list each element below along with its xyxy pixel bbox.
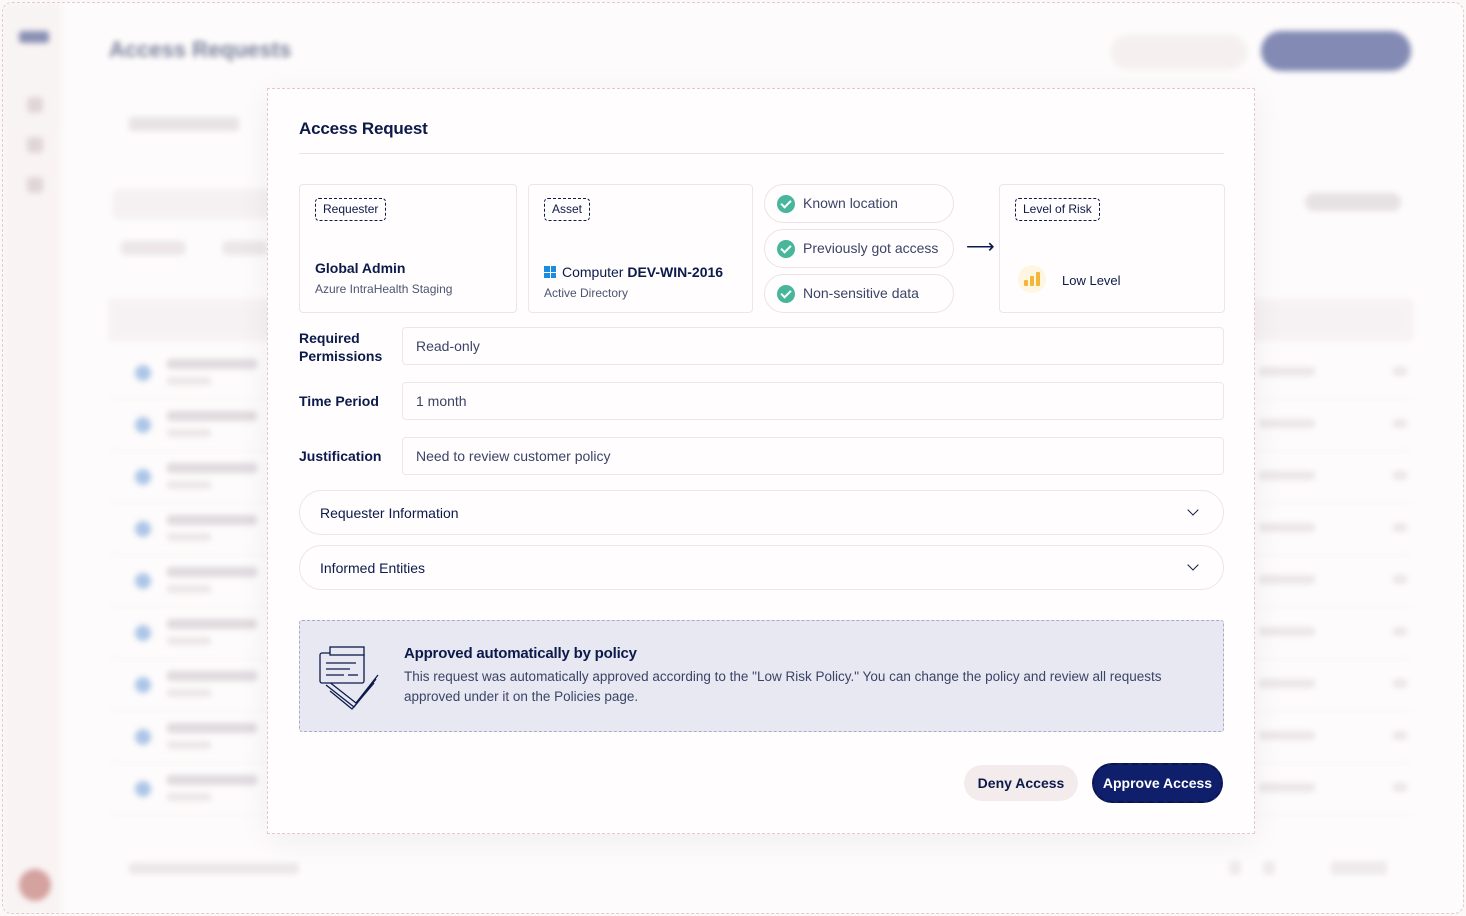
search-input[interactable] xyxy=(113,189,273,219)
time-period-field[interactable]: 1 month xyxy=(402,382,1224,420)
avatar[interactable] xyxy=(19,869,51,901)
chevron-down-icon xyxy=(1187,504,1199,516)
justification-label: Justification xyxy=(299,448,382,464)
documents-icon xyxy=(319,646,379,710)
deny-access-button[interactable]: Deny Access xyxy=(964,765,1078,801)
risk-card: Level of Risk Low Level xyxy=(999,184,1225,313)
risk-tag: Level of Risk xyxy=(1015,198,1100,221)
risk-level: Low Level xyxy=(1062,273,1121,288)
page-title: Access Requests xyxy=(109,37,292,62)
pager-button[interactable] xyxy=(1229,861,1241,875)
check-previous-access: Previously got access xyxy=(764,229,954,268)
asset-tag: Asset xyxy=(544,198,591,221)
policy-title: Approved automatically by policy xyxy=(404,645,637,662)
accordion-label: Requester Information xyxy=(320,505,459,521)
filter[interactable] xyxy=(223,241,267,255)
check-icon xyxy=(777,285,795,303)
access-request-modal: Access Request Requester Global Admin Az… xyxy=(267,88,1255,834)
time-period-label: Time Period xyxy=(299,393,379,409)
check-non-sensitive: Non-sensitive data xyxy=(764,274,954,313)
asset-source: Active Directory xyxy=(544,286,629,300)
pager-button[interactable] xyxy=(1263,861,1275,875)
requester-card: Requester Global Admin Azure IntraHealth… xyxy=(299,184,517,313)
nav-icon[interactable] xyxy=(27,137,43,153)
informed-entities-accordion[interactable]: Informed Entities xyxy=(299,545,1224,590)
check-label: Non-sensitive data xyxy=(803,285,919,301)
windows-icon xyxy=(544,266,556,278)
primary-button[interactable] xyxy=(1261,31,1411,71)
asset-name: DEV-WIN-2016 xyxy=(627,264,724,280)
asset-title: Computer DEV-WIN-2016 xyxy=(544,264,723,280)
app-window: Access Requests Access Request Requester… xyxy=(2,2,1464,914)
requester-org: Azure IntraHealth Staging xyxy=(315,282,453,296)
justification-field[interactable]: Need to review customer policy xyxy=(402,437,1224,475)
pager-next[interactable] xyxy=(1331,861,1387,875)
nav-icon[interactable] xyxy=(27,177,43,193)
asset-type: Computer xyxy=(562,264,624,280)
chevron-down-icon xyxy=(1187,559,1199,571)
logo xyxy=(19,31,49,43)
requester-information-accordion[interactable]: Requester Information xyxy=(299,490,1224,535)
table-footer xyxy=(129,863,299,874)
arrow-right-icon: ⟶ xyxy=(966,236,995,258)
modal-title: Access Request xyxy=(299,119,428,138)
secondary-button[interactable] xyxy=(1111,35,1247,69)
filter-chip[interactable] xyxy=(1305,193,1401,211)
divider xyxy=(299,153,1224,154)
accordion-label: Informed Entities xyxy=(320,560,426,576)
permissions-label: Required Permissions xyxy=(299,330,383,364)
check-known-location: Known location xyxy=(764,184,954,223)
permissions-field[interactable]: Read-only xyxy=(402,327,1224,365)
requester-tag: Requester xyxy=(315,198,387,221)
asset-card: Asset Computer DEV-WIN-2016 Active Direc… xyxy=(528,184,753,313)
approve-access-button[interactable]: Approve Access xyxy=(1092,763,1223,803)
tab[interactable] xyxy=(129,117,239,131)
check-icon xyxy=(777,195,795,213)
check-label: Known location xyxy=(803,195,898,211)
check-icon xyxy=(777,240,795,258)
nav-icon[interactable] xyxy=(27,97,43,113)
requester-name: Global Admin xyxy=(315,260,406,276)
signal-bars-icon xyxy=(1018,265,1046,293)
check-label: Previously got access xyxy=(803,240,939,256)
policy-notice: Approved automatically by policy This re… xyxy=(299,620,1224,732)
filter[interactable] xyxy=(121,241,185,255)
sidebar xyxy=(3,3,61,913)
policy-text: This request was automatically approved … xyxy=(404,669,1162,704)
